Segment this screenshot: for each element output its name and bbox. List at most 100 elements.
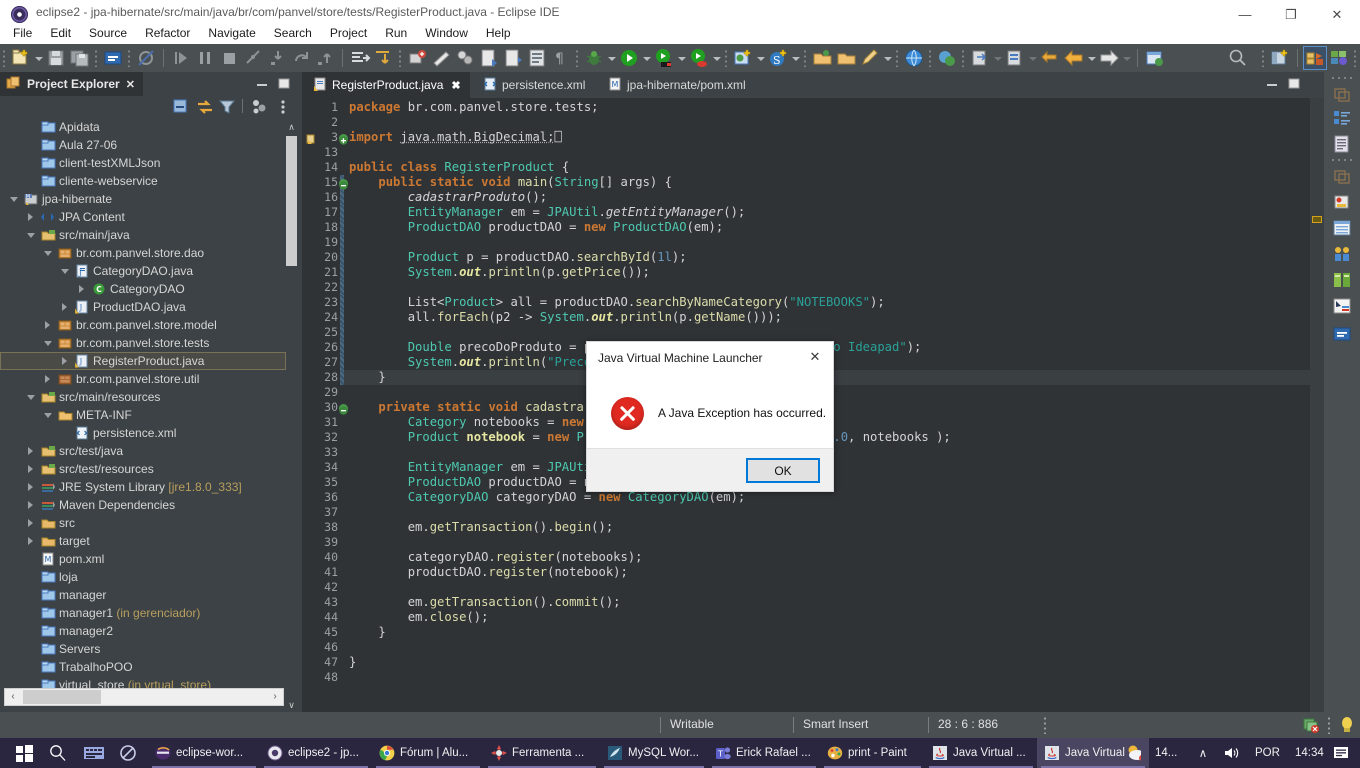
console-view-icon[interactable] (1332, 324, 1352, 344)
run-server-dropdown-icon[interactable] (711, 47, 722, 69)
toolbar-drag-handle-11[interactable] (1261, 49, 1266, 67)
toggle-mark-occurrences-icon[interactable] (526, 47, 548, 69)
tree-item-client-testxmljson[interactable]: client-testXMLJson (0, 154, 286, 172)
taskbar-item-eclipse2[interactable]: eclipse2 - jp... (260, 738, 372, 768)
maximize-button[interactable]: ❐ (1268, 0, 1314, 30)
code-line[interactable]: Product p = productDAO.searchById(1l); (349, 250, 687, 265)
menu-window[interactable]: Window (416, 24, 477, 44)
menu-search[interactable]: Search (265, 24, 321, 44)
tree-item-manager[interactable]: manager (0, 586, 286, 604)
tree-item-manager1[interactable]: manager1 (in gerenciador) (0, 604, 286, 622)
export-dropdown-icon[interactable] (992, 47, 1003, 69)
tree-expand-arrow[interactable] (27, 501, 35, 509)
servers-view-icon[interactable] (1332, 192, 1352, 212)
tree-item-src[interactable]: src (0, 514, 286, 532)
tree-item-persistence-xml[interactable]: persistence.xml (0, 424, 286, 442)
tree-expand-arrow[interactable] (27, 213, 35, 221)
warning-marker-icon[interactable] (306, 131, 319, 144)
toolbar-drag-handle[interactable] (2, 49, 7, 67)
tree-vertical-scrollbar[interactable]: ∧ ∨ (286, 120, 297, 760)
open-folder-icon[interactable] (835, 47, 857, 69)
new-file-icon[interactable] (10, 47, 32, 69)
menu-edit[interactable]: Edit (41, 24, 80, 44)
weather-temp[interactable]: 14... (1148, 738, 1184, 768)
tree-item-aula-27-06[interactable]: Aula 27-06 (0, 136, 286, 154)
tree-expand-arrow[interactable] (27, 447, 35, 455)
step-into-icon[interactable] (266, 47, 288, 69)
code-line[interactable]: } (349, 625, 385, 640)
tree-expand-arrow[interactable] (27, 537, 35, 545)
tree-expand-arrow[interactable] (27, 519, 35, 527)
restore-view-icon[interactable] (1332, 84, 1352, 104)
scroll-right-arrow[interactable]: › (267, 690, 283, 704)
code-line[interactable]: CategoryDAO categoryDAO = new CategoryDA… (349, 490, 746, 505)
rightbar-drag-handle-2[interactable] (1330, 158, 1354, 163)
menu-help[interactable]: Help (477, 24, 520, 44)
tree-expand-arrow[interactable] (61, 357, 69, 365)
toolbar-drag-handle-3[interactable] (127, 49, 132, 67)
skip-breakpoints-icon[interactable] (135, 47, 157, 69)
back-icon[interactable] (1063, 47, 1085, 69)
tree-expand-arrow[interactable] (61, 267, 69, 275)
tip-of-day-icon[interactable] (1338, 716, 1356, 734)
project-explorer-maximize-icon[interactable] (276, 76, 292, 92)
tab-close-icon[interactable]: ✖ (451, 79, 460, 92)
taskbar-item-ferramenta[interactable]: Ferramenta ... (484, 738, 600, 768)
tree-expand-arrow[interactable] (44, 249, 52, 257)
toolbar-drag-handle-10[interactable] (961, 49, 966, 67)
edit-dropdown-icon[interactable] (882, 47, 893, 69)
tree-expand-arrow[interactable] (61, 303, 69, 311)
run-server-icon[interactable] (688, 47, 710, 69)
code-line[interactable]: List<Product> all = productDAO.searchByN… (349, 295, 885, 310)
rightbar-drag-handle[interactable] (1330, 76, 1354, 81)
data-source-explorer-icon[interactable] (1332, 218, 1352, 238)
code-line[interactable]: System.out.println("Preco (349, 355, 599, 370)
cortana-button[interactable] (112, 738, 144, 768)
open-resource-icon[interactable] (502, 47, 524, 69)
ok-button[interactable]: OK (746, 458, 820, 483)
new-class-wizard-icon[interactable] (430, 47, 452, 69)
menu-file[interactable]: File (4, 24, 41, 44)
taskbar-item-teams[interactable]: T Erick Rafael ... (708, 738, 820, 768)
collapse-all-icon[interactable] (172, 98, 190, 116)
code-line[interactable]: EntityManager em = JPAUtil (349, 460, 599, 475)
project-tree[interactable]: Apidata Aula 27-06 client-testXMLJson clien… (0, 118, 286, 766)
fold-collapse-icon[interactable] (339, 179, 348, 190)
toolbar-drag-handle-9[interactable] (928, 49, 933, 67)
clock[interactable]: 14:34 (1288, 738, 1331, 768)
code-line[interactable]: em.getTransaction().commit(); (349, 595, 621, 610)
editor-maximize-icon[interactable] (1286, 76, 1302, 92)
toolbar-drag-handle-8[interactable] (895, 49, 900, 67)
filter-icon[interactable] (218, 98, 236, 116)
previous-annotation-icon[interactable] (373, 47, 395, 69)
new-web-project-dropdown-icon[interactable] (755, 47, 766, 69)
tree-item-target[interactable]: target (0, 532, 286, 550)
tree-item-jpa-content[interactable]: JPA Content (0, 208, 286, 226)
tree-expand-arrow[interactable] (27, 231, 35, 239)
menu-navigate[interactable]: Navigate (199, 24, 264, 44)
toolbar-drag-handle-5[interactable] (575, 49, 580, 67)
java-exception-dialog[interactable]: Java Virtual Machine Launcher ✕ A Java E… (586, 341, 834, 492)
tree-expand-arrow[interactable] (44, 321, 52, 329)
tree-expand-arrow[interactable] (78, 285, 86, 293)
menu-run[interactable]: Run (376, 24, 416, 44)
tree-item-cliente-webservice[interactable]: cliente-webservice (0, 172, 286, 190)
code-line[interactable]: categoryDAO.register(notebooks); (349, 550, 643, 565)
forward-dropdown-icon[interactable] (1121, 47, 1132, 69)
weather-icon-wrap[interactable] (1118, 738, 1148, 768)
jpa-perspective-icon[interactable] (1328, 47, 1350, 69)
forward-icon[interactable] (1098, 47, 1120, 69)
new-server-dropdown-icon[interactable] (790, 47, 801, 69)
tree-expand-arrow[interactable] (27, 483, 35, 491)
tray-expand-button[interactable]: ∧ (1190, 738, 1216, 768)
close-button[interactable]: ✕ (1314, 0, 1360, 30)
fold-collapse-icon[interactable] (339, 404, 348, 415)
menu-source[interactable]: Source (80, 24, 136, 44)
code-line[interactable]: Category notebooks = new C (349, 415, 599, 430)
volume-button[interactable] (1216, 738, 1246, 768)
taskbar-item-mysql-workbench[interactable]: MySQL Wor... (600, 738, 708, 768)
suspend-icon[interactable] (194, 47, 216, 69)
toolbar-drag-handle-7[interactable] (803, 49, 808, 67)
code-line[interactable]: productDAO.register(notebook); (349, 565, 628, 580)
editor-overview-ruler[interactable] (1310, 98, 1324, 712)
